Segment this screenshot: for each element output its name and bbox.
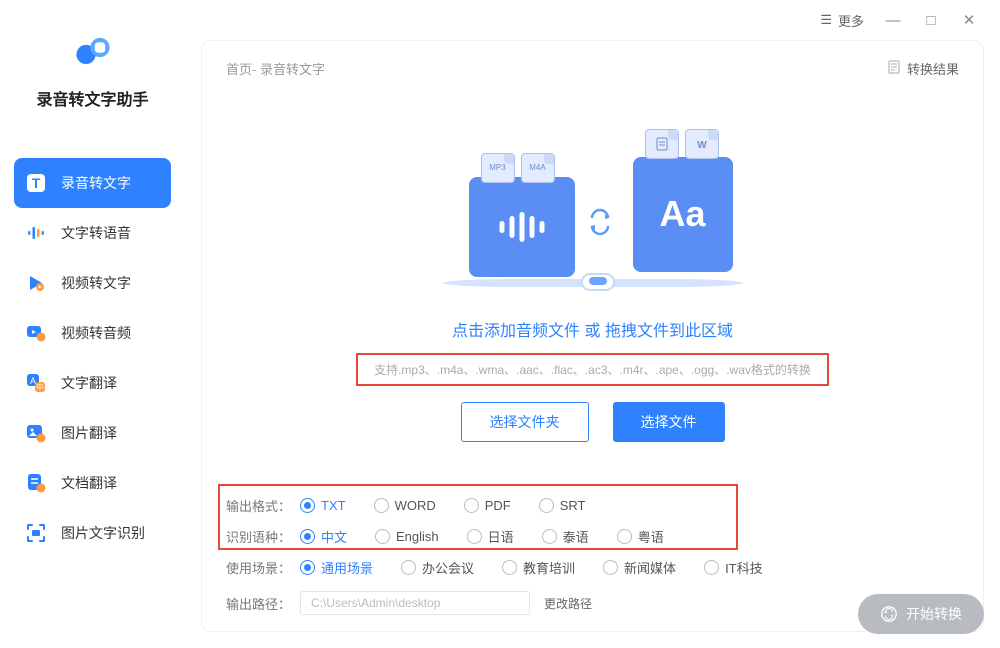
sound-wave-icon bbox=[25, 222, 47, 244]
svg-text:中: 中 bbox=[36, 382, 44, 392]
play-icon bbox=[25, 272, 47, 294]
nav-label: 视频转文字 bbox=[61, 273, 131, 293]
format-srt[interactable]: SRT bbox=[539, 498, 586, 513]
document-icon bbox=[887, 60, 901, 77]
text-icon: T bbox=[25, 172, 47, 194]
scenario-general[interactable]: 通用场景 bbox=[300, 558, 373, 577]
maximize-button[interactable]: □ bbox=[916, 5, 946, 35]
start-convert-button[interactable]: 开始转换 bbox=[858, 594, 984, 634]
sidebar-item-image-translate[interactable]: 图片翻译 bbox=[0, 408, 185, 458]
more-button[interactable]: ☰ 更多 bbox=[814, 11, 870, 30]
window-titlebar: ☰ 更多 — □ ✕ bbox=[185, 0, 1000, 40]
more-label: 更多 bbox=[838, 11, 864, 30]
start-label: 开始转换 bbox=[906, 604, 962, 624]
output-path-field[interactable]: C:\Users\Admin\desktop bbox=[300, 591, 530, 615]
sidebar-item-text-translate[interactable]: A中 文字翻译 bbox=[0, 358, 185, 408]
sidebar-item-doc-translate[interactable]: 文档翻译 bbox=[0, 458, 185, 508]
hamburger-icon: ☰ bbox=[820, 12, 832, 28]
output-format-group: TXT WORD PDF SRT bbox=[300, 498, 586, 513]
scenario-tech[interactable]: IT科技 bbox=[704, 558, 763, 577]
upload-zone[interactable]: MP3M4A W Aa 点击添加音频文件 或 拖拽文件到此区域 支持.mp3、.… bbox=[226, 96, 959, 472]
lang-yue[interactable]: 粤语 bbox=[617, 527, 664, 546]
sidebar-item-ocr[interactable]: 图片文字识别 bbox=[0, 508, 185, 558]
nav-list: T 录音转文字 文字转语音 视频转文字 视频转音频 A中 文字翻译 图片翻译 文… bbox=[0, 158, 185, 558]
minimize-button[interactable]: — bbox=[878, 5, 908, 35]
breadcrumb: 首页- 录音转文字 bbox=[226, 59, 325, 78]
video-audio-icon bbox=[25, 322, 47, 344]
scenario-education[interactable]: 教育培训 bbox=[502, 558, 575, 577]
output-format-row: 输出格式： TXT WORD PDF SRT bbox=[226, 490, 959, 521]
main-area: ☰ 更多 — □ ✕ 首页- 录音转文字 转换结果 MP3M4A bbox=[185, 0, 1000, 648]
nav-label: 图片翻译 bbox=[61, 423, 117, 443]
nav-label: 视频转音频 bbox=[61, 323, 131, 343]
breadcrumb-row: 首页- 录音转文字 转换结果 bbox=[226, 59, 959, 78]
output-path-label: 输出路径： bbox=[226, 594, 300, 613]
scenario-row: 使用场景： 通用场景 办公会议 教育培训 新闻媒体 IT科技 bbox=[226, 552, 959, 583]
nav-label: 录音转文字 bbox=[61, 173, 131, 193]
sidebar-item-text-to-speech[interactable]: 文字转语音 bbox=[0, 208, 185, 258]
ocr-icon bbox=[25, 522, 47, 544]
upload-hint: 点击添加音频文件 或 拖拽文件到此区域 bbox=[452, 317, 733, 341]
select-file-button[interactable]: 选择文件 bbox=[613, 402, 725, 442]
sidebar-item-audio-to-text[interactable]: T 录音转文字 bbox=[14, 158, 171, 208]
logo-section: 录音转文字助手 bbox=[0, 0, 185, 130]
settings-area: 输出格式： TXT WORD PDF SRT 识别语种： 中文 English … bbox=[226, 490, 959, 631]
scenario-label: 使用场景： bbox=[226, 558, 300, 577]
scenario-group: 通用场景 办公会议 教育培训 新闻媒体 IT科技 bbox=[300, 558, 763, 577]
language-group: 中文 English 日语 泰语 粤语 bbox=[300, 527, 664, 546]
language-label: 识别语种： bbox=[226, 527, 300, 546]
scenario-news[interactable]: 新闻媒体 bbox=[603, 558, 676, 577]
lang-zh[interactable]: 中文 bbox=[300, 527, 347, 546]
supported-formats: 支持.mp3、.m4a、.wma、.aac、.flac、.ac3、.m4r、.a… bbox=[374, 361, 811, 378]
nav-label: 图片文字识别 bbox=[61, 523, 145, 543]
lang-en[interactable]: English bbox=[375, 529, 439, 544]
close-button[interactable]: ✕ bbox=[954, 5, 984, 35]
lang-th[interactable]: 泰语 bbox=[542, 527, 589, 546]
format-txt[interactable]: TXT bbox=[300, 498, 346, 513]
lang-ja[interactable]: 日语 bbox=[467, 527, 514, 546]
upload-buttons: 选择文件夹 选择文件 bbox=[461, 402, 725, 442]
output-path-row: 输出路径： C:\Users\Admin\desktop 更改路径 bbox=[226, 583, 959, 623]
app-logo-icon bbox=[72, 30, 114, 72]
results-label: 转换结果 bbox=[907, 59, 959, 78]
upload-illustration: MP3M4A W Aa bbox=[443, 147, 743, 297]
select-folder-button[interactable]: 选择文件夹 bbox=[461, 402, 589, 442]
nav-label: 文字翻译 bbox=[61, 373, 117, 393]
image-translate-icon bbox=[25, 422, 47, 444]
svg-text:T: T bbox=[32, 175, 41, 191]
app-title: 录音转文字助手 bbox=[0, 86, 185, 110]
scenario-office[interactable]: 办公会议 bbox=[401, 558, 474, 577]
format-word[interactable]: WORD bbox=[374, 498, 436, 513]
nav-label: 文档翻译 bbox=[61, 473, 117, 493]
sidebar-item-video-to-text[interactable]: 视频转文字 bbox=[0, 258, 185, 308]
format-pdf[interactable]: PDF bbox=[464, 498, 511, 513]
sidebar-item-video-to-audio[interactable]: 视频转音频 bbox=[0, 308, 185, 358]
nav-label: 文字转语音 bbox=[61, 223, 131, 243]
content-box: 首页- 录音转文字 转换结果 MP3M4A W Aa bbox=[201, 40, 984, 632]
svg-text:W: W bbox=[697, 140, 707, 151]
content-wrapper: 首页- 录音转文字 转换结果 MP3M4A W Aa bbox=[185, 40, 1000, 648]
doc-translate-icon bbox=[25, 472, 47, 494]
results-link[interactable]: 转换结果 bbox=[887, 59, 959, 78]
sidebar: 录音转文字助手 T 录音转文字 文字转语音 视频转文字 视频转音频 A中 文字翻… bbox=[0, 0, 185, 648]
formats-highlight: 支持.mp3、.m4a、.wma、.aac、.flac、.ac3、.m4r、.a… bbox=[356, 353, 829, 386]
language-row: 识别语种： 中文 English 日语 泰语 粤语 bbox=[226, 521, 959, 552]
translate-icon: A中 bbox=[25, 372, 47, 394]
change-path-link[interactable]: 更改路径 bbox=[544, 595, 592, 612]
output-format-label: 输出格式： bbox=[226, 496, 300, 515]
convert-icon bbox=[880, 605, 898, 623]
